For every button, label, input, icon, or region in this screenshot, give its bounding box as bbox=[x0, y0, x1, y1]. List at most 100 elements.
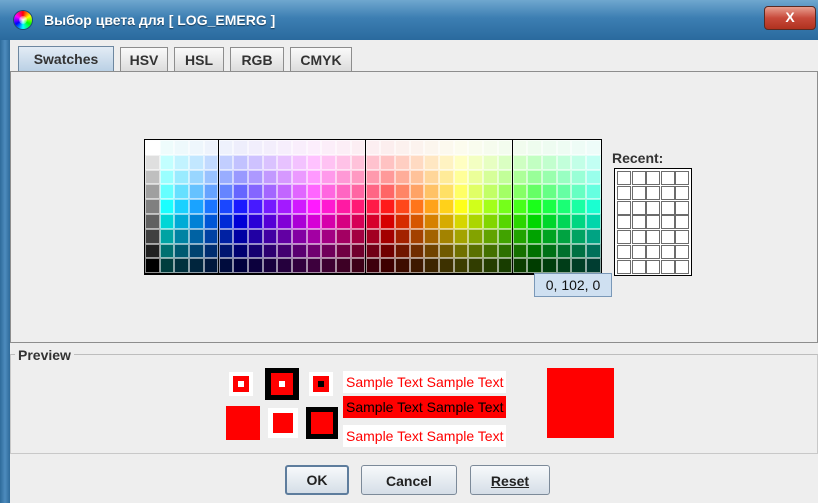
recent-swatch[interactable] bbox=[646, 185, 661, 200]
color-swatch[interactable] bbox=[586, 154, 601, 170]
color-swatch[interactable] bbox=[483, 140, 498, 155]
color-swatch[interactable] bbox=[233, 154, 248, 170]
recent-swatch[interactable] bbox=[617, 259, 631, 274]
color-swatch[interactable] bbox=[424, 228, 439, 244]
color-swatch[interactable] bbox=[247, 258, 263, 274]
color-swatch[interactable] bbox=[306, 154, 322, 170]
recent-swatch[interactable] bbox=[675, 230, 690, 245]
color-swatch[interactable] bbox=[350, 214, 366, 229]
color-swatch[interactable] bbox=[218, 243, 234, 259]
color-swatch[interactable] bbox=[306, 258, 322, 274]
color-swatch[interactable] bbox=[527, 199, 542, 214]
color-swatch[interactable] bbox=[439, 214, 454, 229]
color-swatch[interactable] bbox=[541, 258, 557, 274]
color-swatch[interactable] bbox=[394, 184, 410, 200]
color-swatch[interactable] bbox=[497, 184, 513, 200]
color-swatch[interactable] bbox=[145, 258, 160, 274]
recent-swatch[interactable] bbox=[646, 259, 661, 274]
color-swatch[interactable] bbox=[512, 154, 528, 170]
tab-rgb[interactable]: RGB bbox=[230, 47, 284, 71]
color-swatch[interactable] bbox=[174, 140, 190, 155]
color-swatch[interactable] bbox=[453, 199, 469, 214]
color-swatch[interactable] bbox=[306, 199, 322, 214]
color-swatch[interactable] bbox=[262, 169, 278, 185]
color-swatch[interactable] bbox=[586, 228, 601, 244]
color-swatch[interactable] bbox=[453, 169, 469, 185]
color-swatch[interactable] bbox=[174, 258, 190, 274]
color-swatch[interactable] bbox=[365, 140, 381, 155]
color-swatch[interactable] bbox=[247, 169, 263, 185]
color-swatch[interactable] bbox=[336, 243, 351, 259]
color-swatch[interactable] bbox=[439, 228, 454, 244]
color-swatch[interactable] bbox=[512, 140, 528, 155]
color-swatch[interactable] bbox=[571, 184, 586, 200]
color-swatch[interactable] bbox=[453, 214, 469, 229]
title-bar[interactable]: Выбор цвета для [ LOG_EMERG ] X bbox=[0, 0, 818, 40]
color-swatch[interactable] bbox=[512, 169, 528, 185]
color-swatch[interactable] bbox=[306, 140, 322, 155]
color-swatch[interactable] bbox=[468, 140, 484, 155]
color-swatch[interactable] bbox=[468, 199, 484, 214]
color-swatch[interactable] bbox=[203, 169, 219, 185]
color-swatch[interactable] bbox=[365, 214, 381, 229]
color-swatch[interactable] bbox=[409, 184, 425, 200]
color-swatch[interactable] bbox=[527, 228, 542, 244]
tab-hsv[interactable]: HSV bbox=[120, 47, 168, 71]
color-swatch[interactable] bbox=[218, 154, 234, 170]
color-swatch[interactable] bbox=[468, 154, 484, 170]
color-swatch[interactable] bbox=[233, 184, 248, 200]
color-swatch[interactable] bbox=[145, 199, 160, 214]
color-swatch[interactable] bbox=[306, 214, 322, 229]
color-swatch[interactable] bbox=[556, 184, 572, 200]
color-swatch[interactable] bbox=[174, 214, 190, 229]
color-swatch[interactable] bbox=[321, 199, 337, 214]
color-swatch[interactable] bbox=[439, 154, 454, 170]
recent-swatch[interactable] bbox=[617, 245, 631, 259]
color-swatch[interactable] bbox=[380, 169, 395, 185]
color-swatch[interactable] bbox=[468, 243, 484, 259]
recent-swatch[interactable] bbox=[660, 230, 675, 245]
color-swatch[interactable] bbox=[292, 199, 307, 214]
color-swatch[interactable] bbox=[233, 199, 248, 214]
color-swatch[interactable] bbox=[233, 258, 248, 274]
recent-swatch[interactable] bbox=[631, 200, 646, 215]
color-swatch[interactable] bbox=[365, 228, 381, 244]
recent-swatch[interactable] bbox=[631, 185, 646, 200]
color-swatch[interactable] bbox=[424, 214, 439, 229]
color-swatch[interactable] bbox=[247, 228, 263, 244]
color-swatch[interactable] bbox=[380, 258, 395, 274]
color-swatch[interactable] bbox=[233, 140, 248, 155]
tab-swatches[interactable]: Swatches bbox=[18, 46, 114, 72]
color-swatch[interactable] bbox=[512, 199, 528, 214]
color-swatch[interactable] bbox=[262, 243, 278, 259]
color-swatch[interactable] bbox=[483, 258, 498, 274]
color-swatch[interactable] bbox=[497, 154, 513, 170]
recent-swatch[interactable] bbox=[646, 230, 661, 245]
recent-swatch[interactable] bbox=[617, 230, 631, 245]
color-swatch[interactable] bbox=[586, 140, 601, 155]
recent-swatch[interactable] bbox=[646, 171, 661, 185]
recent-swatch[interactable] bbox=[675, 200, 690, 215]
recent-swatch[interactable] bbox=[646, 200, 661, 215]
color-swatch[interactable] bbox=[306, 243, 322, 259]
color-swatch[interactable] bbox=[350, 169, 366, 185]
color-swatch[interactable] bbox=[292, 169, 307, 185]
color-swatch[interactable] bbox=[483, 154, 498, 170]
color-swatch[interactable] bbox=[497, 169, 513, 185]
color-swatch[interactable] bbox=[571, 228, 586, 244]
color-swatch[interactable] bbox=[394, 243, 410, 259]
color-swatch[interactable] bbox=[527, 169, 542, 185]
color-swatch[interactable] bbox=[556, 228, 572, 244]
color-swatch[interactable] bbox=[556, 258, 572, 274]
swatch-grid[interactable] bbox=[144, 139, 602, 275]
color-swatch[interactable] bbox=[527, 214, 542, 229]
color-swatch[interactable] bbox=[218, 140, 234, 155]
color-swatch[interactable] bbox=[277, 214, 292, 229]
color-swatch[interactable] bbox=[541, 184, 557, 200]
recent-swatch[interactable] bbox=[675, 215, 690, 230]
color-swatch[interactable] bbox=[145, 243, 160, 259]
recent-swatch[interactable] bbox=[617, 185, 631, 200]
color-swatch[interactable] bbox=[350, 199, 366, 214]
color-swatch[interactable] bbox=[468, 258, 484, 274]
color-swatch[interactable] bbox=[586, 169, 601, 185]
